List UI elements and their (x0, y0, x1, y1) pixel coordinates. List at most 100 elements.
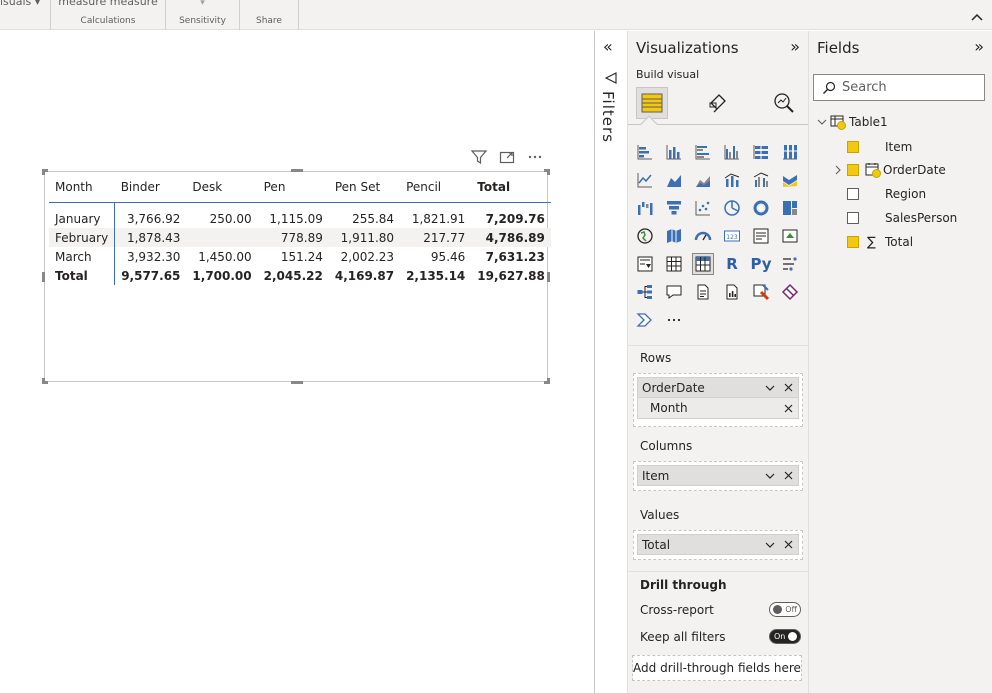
chevron-down-icon[interactable] (817, 117, 827, 127)
waterfall-chart-icon[interactable] (634, 197, 656, 219)
resize-handle-left[interactable] (42, 272, 45, 282)
gauge-icon[interactable] (692, 225, 714, 247)
matrix-cell[interactable]: 217.77 (400, 228, 472, 247)
table-visual-icon[interactable] (663, 253, 685, 275)
line-and-stacked-column-icon[interactable] (721, 169, 743, 191)
matrix-cell[interactable]: 1,450.00 (186, 247, 257, 266)
chevron-down-icon[interactable] (764, 382, 776, 394)
clustered-column-chart-icon[interactable] (721, 141, 743, 163)
power-automate-flow-icon[interactable] (634, 309, 656, 331)
card-icon[interactable]: 123 (721, 225, 743, 247)
chevron-down-icon[interactable] (764, 539, 776, 551)
matrix-cell[interactable]: 778.89 (257, 228, 329, 247)
scatter-chart-icon[interactable] (692, 197, 714, 219)
matrix-cell[interactable]: 9,577.65 (115, 266, 187, 285)
slicer-icon[interactable] (634, 253, 656, 275)
chevron-down-icon[interactable] (764, 470, 776, 482)
add-drill-through-fields[interactable]: Add drill-through fields here (632, 655, 802, 681)
field-item-checkbox[interactable] (847, 141, 859, 153)
line-and-clustered-column-icon[interactable] (750, 169, 772, 191)
matrix-cell[interactable]: 250.00 (186, 202, 257, 228)
power-automate-visual-icon[interactable] (779, 281, 801, 303)
cross-report-toggle[interactable]: Off (769, 602, 801, 617)
matrix-cell[interactable]: 1,115.09 (258, 202, 329, 228)
columns-well[interactable]: Item (633, 461, 803, 491)
area-chart-icon[interactable] (663, 169, 685, 191)
row-header[interactable]: March (49, 247, 116, 266)
close-icon[interactable] (782, 382, 794, 394)
matrix-total-cell[interactable]: 7,209.76 (471, 202, 551, 228)
100-stacked-bar-chart-icon[interactable] (750, 141, 772, 163)
stacked-column-chart-icon[interactable] (663, 141, 685, 163)
filters-label[interactable]: Filters (599, 91, 617, 143)
r-script-visual-icon[interactable]: R (721, 253, 743, 275)
matrix-visual[interactable]: Month Binder Desk Pen Pen Set Pencil Tot… (42, 169, 551, 384)
donut-chart-icon[interactable] (750, 197, 772, 219)
matrix-grand-total-cell[interactable]: 19,627.88 (471, 266, 551, 285)
matrix-visual-icon[interactable] (692, 253, 714, 275)
report-canvas[interactable]: Month Binder Desk Pen Pen Set Pencil Tot… (0, 31, 594, 693)
matrix-cell[interactable]: 3,932.30 (115, 247, 187, 266)
stacked-bar-chart-icon[interactable] (634, 141, 656, 163)
resize-handle-bottom[interactable] (291, 381, 303, 384)
paginated-report-icon[interactable] (721, 281, 743, 303)
matrix-header-pen[interactable]: Pen (257, 176, 329, 203)
field-salesperson[interactable]: SalesPerson (847, 207, 957, 229)
matrix-cell[interactable]: 255.84 (329, 202, 400, 228)
ribbon-chart-icon[interactable] (779, 169, 801, 191)
filter-icon[interactable] (470, 148, 488, 166)
field-total-checkbox[interactable] (847, 236, 859, 248)
field-item[interactable]: Item (847, 136, 912, 158)
power-apps-visual-icon[interactable] (750, 281, 772, 303)
100-stacked-column-chart-icon[interactable] (779, 141, 801, 163)
field-orderdate-checkbox[interactable] (847, 164, 859, 176)
matrix-header-total[interactable]: Total (471, 176, 551, 203)
matrix-header-desk[interactable]: Desk (186, 176, 258, 203)
matrix-header-pen-set[interactable]: Pen Set (328, 176, 401, 203)
multi-row-card-icon[interactable] (750, 225, 772, 247)
rows-well[interactable]: OrderDate Month (633, 373, 803, 427)
more-options-icon[interactable] (526, 148, 544, 166)
matrix-header-month[interactable]: Month (49, 176, 115, 203)
expand-filters-icon[interactable]: « (603, 39, 619, 55)
ribbon-group-visuals[interactable]: isuals ▾ (0, 0, 51, 30)
matrix-cell[interactable]: 1,700.00 (186, 266, 257, 285)
matrix-cell[interactable]: 3,766.92 (115, 202, 187, 228)
close-icon[interactable] (782, 402, 794, 414)
matrix-cell[interactable]: 95.46 (400, 247, 471, 266)
ribbon-group-calculations[interactable]: measure measure Calculations (51, 0, 166, 30)
row-header[interactable]: February (49, 228, 116, 247)
values-well[interactable]: Total (633, 530, 803, 560)
more-visuals-icon[interactable] (663, 309, 685, 331)
collapse-visualizations-icon[interactable]: » (790, 39, 800, 55)
python-visual-icon[interactable]: Py (750, 253, 772, 275)
matrix-header-pencil[interactable]: Pencil (400, 176, 472, 203)
rows-field-chip[interactable]: OrderDate (637, 377, 799, 398)
pie-chart-icon[interactable] (721, 197, 743, 219)
matrix-cell[interactable]: 4,169.87 (329, 266, 400, 285)
map-icon[interactable] (634, 225, 656, 247)
matrix-cell[interactable]: 2,045.22 (258, 266, 329, 285)
line-chart-icon[interactable] (634, 169, 656, 191)
collapse-fields-icon[interactable]: » (974, 39, 984, 55)
field-total[interactable]: ∑ Total (847, 231, 913, 253)
resize-handle-top-left[interactable] (42, 169, 48, 175)
focus-mode-icon[interactable] (498, 148, 516, 166)
matrix-cell[interactable]: 1,911.80 (328, 228, 401, 247)
filled-map-icon[interactable] (663, 225, 685, 247)
matrix-total-cell[interactable]: 4,786.89 (471, 228, 551, 247)
table-node-table1[interactable]: Table1 (817, 111, 888, 133)
close-icon[interactable] (782, 470, 794, 482)
collapse-ribbon-icon[interactable] (970, 10, 984, 24)
resize-handle-bottom-left[interactable] (42, 378, 48, 384)
clustered-bar-chart-icon[interactable] (692, 141, 714, 163)
analytics-tab[interactable] (768, 87, 800, 119)
fields-search-input[interactable]: Search (813, 74, 985, 101)
treemap-icon[interactable] (779, 197, 801, 219)
matrix-header-binder[interactable]: Binder (114, 176, 187, 203)
row-header-total[interactable]: Total (49, 266, 116, 285)
matrix-total-cell[interactable]: 7,631.23 (471, 247, 551, 266)
matrix-cell[interactable]: 1,878.43 (114, 228, 187, 247)
key-influencers-icon[interactable] (779, 253, 801, 275)
ribbon-group-sensitivity[interactable]: ▾ Sensitivity (166, 0, 240, 30)
